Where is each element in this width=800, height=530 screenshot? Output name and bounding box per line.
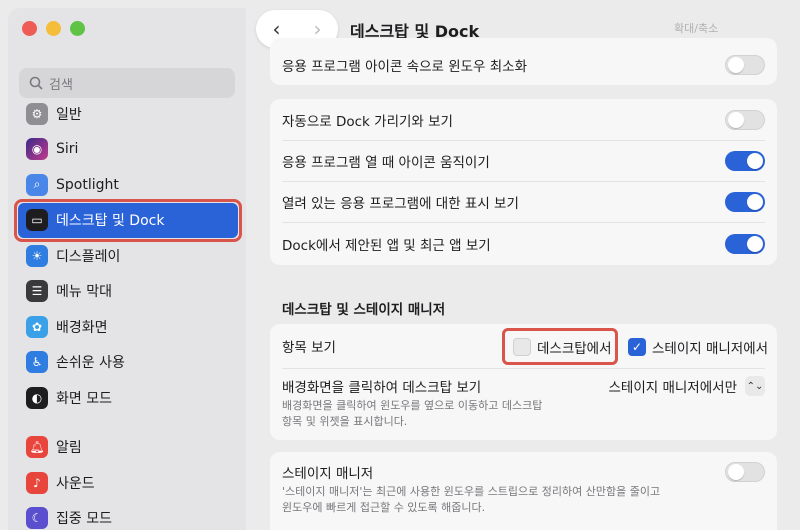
click-wallpaper-select-value[interactable]: 스테이지 매니저에서만 — [609, 376, 738, 396]
indicators-toggle[interactable] — [725, 191, 765, 212]
sidebar-item-label: Siri — [56, 141, 79, 158]
stage-manager-description: '스테이지 매니저'는 최근에 사용한 윈도우를 스트립으로 정리하여 산만함을… — [282, 484, 660, 516]
animate-toggle[interactable] — [725, 150, 765, 171]
indicators-row: 열려 있는 응용 프로그램에 대한 표시 보기 — [270, 181, 777, 222]
stage-options-group: 항목 보기 데스크탑에서 ✓ 스테이지 매니저에서 배경화면을 클릭하여 데스크… — [270, 324, 777, 440]
sidebar-item-label: 일반 — [56, 106, 82, 123]
sidebar-item-displays[interactable]: ☀ 디스플레이 — [18, 238, 238, 274]
sidebar-item-label: Spotlight — [56, 176, 119, 193]
sidebar-item-label: 메뉴 막대 — [56, 284, 112, 301]
dock-options-group: 자동으로 Dock 가리기와 보기 응용 프로그램 열 때 아이콘 움직이기 열… — [270, 99, 777, 265]
accessibility-icon: ♿ — [26, 351, 48, 374]
sidebar-item-label: 손쉬운 사용 — [56, 355, 125, 372]
stage-section-title: 데스크탑 및 스테이지 매니저 — [282, 302, 446, 318]
minimize-into-icon-row: 응용 프로그램 아이콘 속으로 윈도우 최소화 — [270, 48, 777, 82]
click-wallpaper-row: 배경화면을 클릭하여 데스크탑 보기 스테이지 매니저에서만 ⌃⌄ — [270, 374, 777, 398]
in-stage-manager-checkbox[interactable]: ✓ 스테이지 매니저에서 — [628, 337, 768, 357]
row-label: 응용 프로그램 열 때 아이콘 움직이기 — [282, 154, 490, 171]
sidebar: 검색 ⚙ 일반 ◉ Siri ⌕ Spotlight ▭ 데스크탑 및 Dock… — [8, 8, 246, 530]
menubar-icon: ☰ — [26, 280, 48, 303]
sidebar-item-notifications[interactable]: 🔔︎ 알림 — [18, 430, 238, 466]
row-label: 응용 프로그램 아이콘 속으로 윈도우 최소화 — [282, 59, 528, 75]
autohide-toggle[interactable] — [725, 109, 765, 130]
row-label: 스테이지 매니저 — [282, 466, 374, 482]
spotlight-icon: ⌕ — [26, 173, 48, 196]
focus-icon: ☾ — [26, 507, 48, 530]
sidebar-item-label: 알림 — [56, 440, 82, 457]
checkmark-icon[interactable]: ✓ — [628, 338, 646, 356]
row-label: Dock에서 제안된 앱 및 최근 앱 보기 — [282, 237, 491, 254]
stage-manager-row: 스테이지 매니저 — [270, 460, 777, 484]
row-label: 배경화면을 클릭하여 데스크탑 보기 — [282, 380, 482, 396]
sidebar-item-siri[interactable]: ◉ Siri — [18, 132, 238, 168]
sidebar-item-wallpaper[interactable]: ✿ 배경화면 — [18, 309, 238, 345]
recent-apps-toggle[interactable] — [725, 233, 765, 254]
divider — [282, 368, 765, 369]
animate-row: 응용 프로그램 열 때 아이콘 움직이기 — [270, 140, 777, 181]
description-line: 윈도우에 빠르게 접근할 수 있도록 해줍니다. — [282, 501, 486, 514]
sidebar-item-spotlight[interactable]: ⌕ Spotlight — [18, 167, 238, 203]
wallpaper-icon: ✿ — [26, 315, 48, 338]
description-line: '스테이지 매니저'는 최근에 사용한 윈도우를 스트립으로 정리하여 산만함을… — [282, 485, 661, 498]
dock-icon: ▭ — [26, 209, 48, 232]
zoom-label: 확대/축소 — [674, 22, 719, 35]
search-placeholder: 검색 — [49, 77, 73, 93]
sidebar-nav: ⚙ 일반 ◉ Siri ⌕ Spotlight ▭ 데스크탑 및 Dock ☀ … — [14, 96, 242, 530]
autohide-row: 자동으로 Dock 가리기와 보기 — [270, 99, 777, 140]
description-line: 항목 및 위젯을 표시합니다. — [282, 415, 408, 428]
sidebar-item-sound[interactable]: ♪ 사운드 — [18, 465, 238, 501]
search-input[interactable]: 검색 — [19, 68, 235, 98]
stage-manager-toggle[interactable] — [725, 462, 765, 482]
checkbox-label: 스테이지 매니저에서 — [652, 341, 769, 357]
sidebar-item-label: 배경화면 — [56, 319, 108, 336]
minimize-group: 응용 프로그램 아이콘 속으로 윈도우 최소화 — [270, 38, 777, 85]
recent-apps-row: Dock에서 제안된 앱 및 최근 앱 보기 — [270, 222, 777, 265]
sidebar-item-menubar[interactable]: ☰ 메뉴 막대 — [18, 274, 238, 310]
sidebar-item-label: 집중 모드 — [56, 511, 112, 528]
window-controls — [22, 21, 85, 36]
minimize-into-icon-toggle[interactable] — [725, 55, 765, 75]
appearance-icon: ◐ — [26, 386, 48, 409]
notifications-icon: 🔔︎ — [26, 436, 48, 459]
close-button[interactable] — [22, 21, 37, 36]
chevron-updown-icon[interactable]: ⌃⌄ — [745, 376, 765, 396]
stage-manager-group: 스테이지 매니저 '스테이지 매니저'는 최근에 사용한 윈도우를 스트립으로 … — [270, 452, 777, 530]
settings-content: 응용 프로그램 아이콘 속으로 윈도우 최소화 자동으로 Dock 가리기와 보… — [256, 38, 800, 530]
description-line: 배경화면을 클릭하여 윈도우를 옆으로 이동하고 데스크탑 — [282, 399, 543, 412]
siri-icon: ◉ — [26, 138, 48, 161]
sidebar-item-focus[interactable]: ☾ 집중 모드 — [18, 501, 238, 530]
sidebar-item-label: 사운드 — [56, 475, 95, 492]
display-icon: ☀ — [26, 244, 48, 267]
row-label: 열려 있는 응용 프로그램에 대한 표시 보기 — [282, 195, 519, 212]
sidebar-item-desktop-dock[interactable]: ▭ 데스크탑 및 Dock — [14, 198, 242, 242]
search-icon — [29, 76, 43, 90]
row-label: 자동으로 Dock 가리기와 보기 — [282, 113, 453, 130]
sidebar-item-accessibility[interactable]: ♿ 손쉬운 사용 — [18, 345, 238, 381]
highlight-box — [502, 328, 618, 365]
sound-icon: ♪ — [26, 471, 48, 494]
zoom-button[interactable] — [70, 21, 85, 36]
sidebar-item-appearance[interactable]: ◐ 화면 모드 — [18, 380, 238, 416]
sidebar-item-label: 데스크탑 및 Dock — [56, 213, 165, 230]
sidebar-item-label: 화면 모드 — [56, 390, 112, 407]
click-wallpaper-description: 배경화면을 클릭하여 윈도우를 옆으로 이동하고 데스크탑 항목 및 위젯을 표… — [282, 398, 542, 430]
sidebar-item-general[interactable]: ⚙ 일반 — [18, 96, 238, 132]
gear-icon: ⚙ — [26, 102, 48, 125]
minimize-button[interactable] — [46, 21, 61, 36]
sidebar-item-label: 디스플레이 — [56, 248, 121, 265]
